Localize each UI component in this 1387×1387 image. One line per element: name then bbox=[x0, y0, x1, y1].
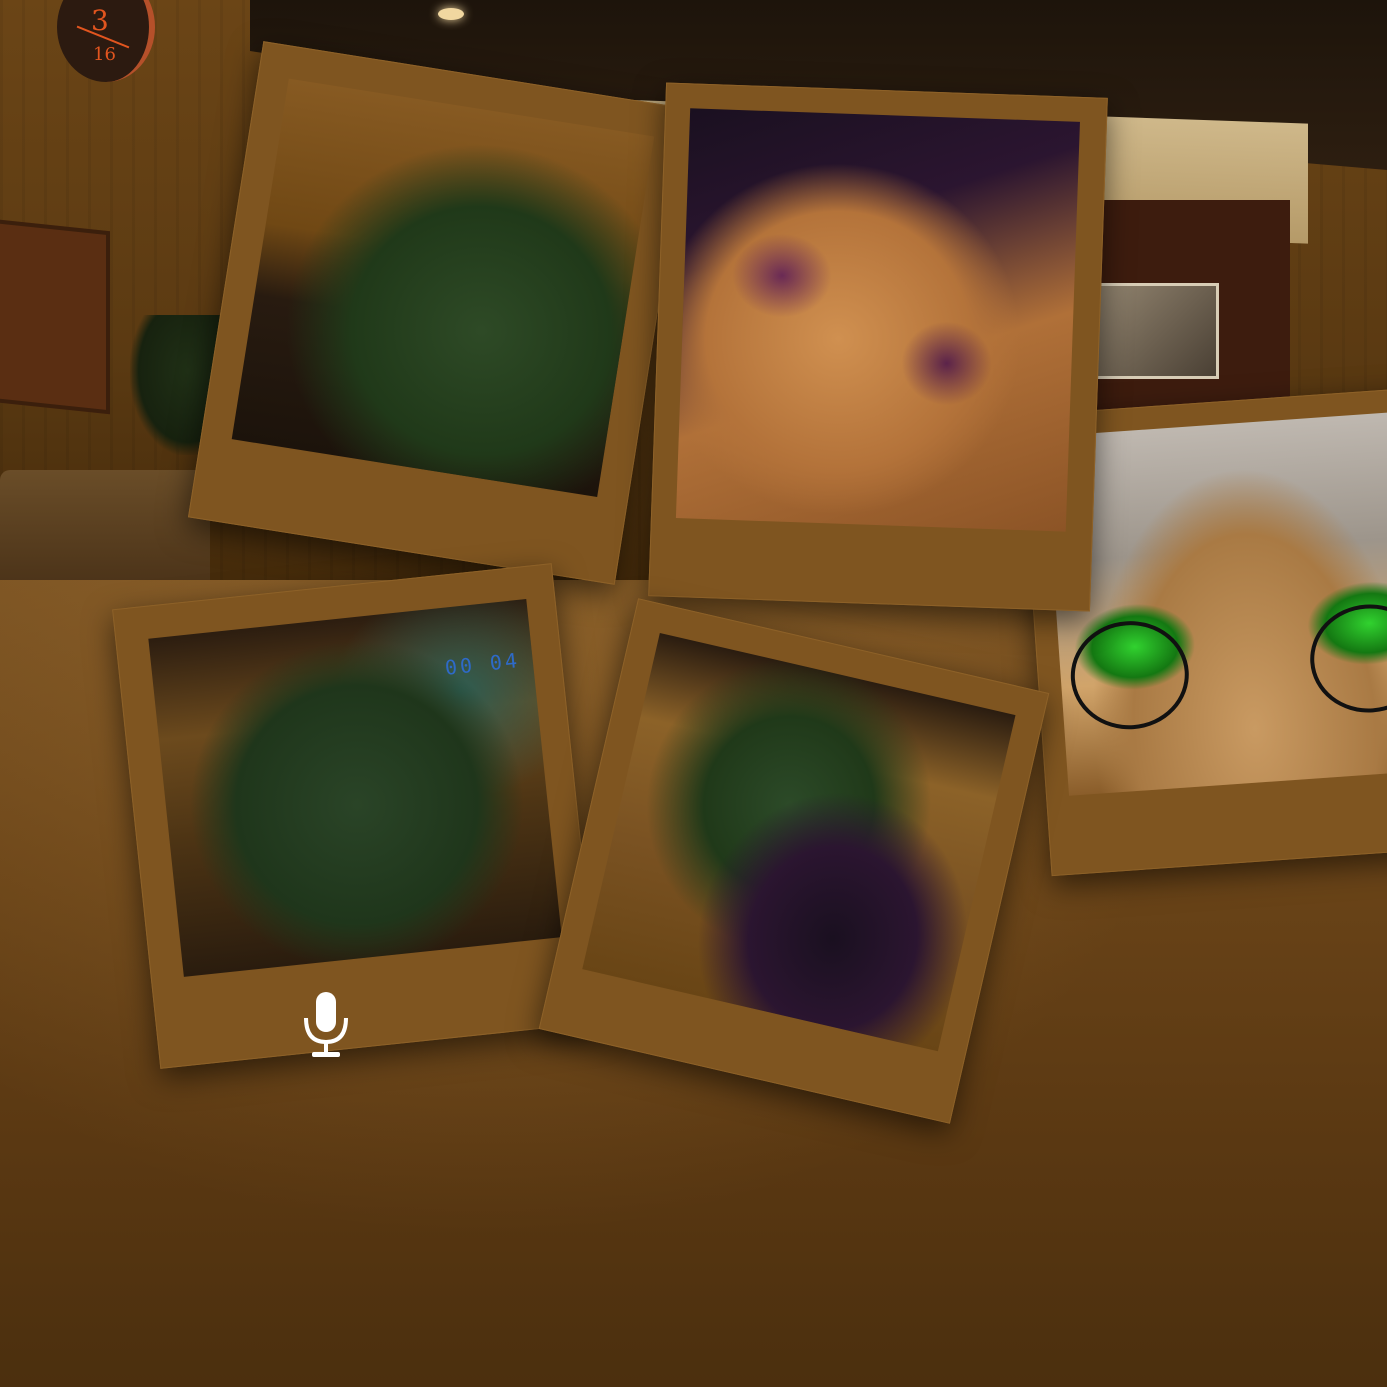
photo-image-1 bbox=[231, 78, 655, 498]
vr-scene: 3 16 00 04 bbox=[0, 0, 1387, 1387]
polaroid-photo-2[interactable] bbox=[648, 82, 1108, 612]
polaroid-photo-1[interactable] bbox=[187, 41, 691, 585]
photo-image-5 bbox=[582, 632, 1016, 1052]
photo-image-3 bbox=[1043, 410, 1387, 796]
ceiling-light bbox=[438, 8, 464, 20]
photo-image-4: 00 04 bbox=[148, 599, 562, 977]
glasses-left-lens bbox=[1067, 617, 1193, 734]
glasses-right-lens bbox=[1306, 600, 1387, 717]
corkboard bbox=[0, 218, 110, 415]
photo-image-2 bbox=[675, 108, 1080, 532]
clock-denominator: 16 bbox=[93, 44, 116, 65]
microphone-icon[interactable] bbox=[300, 990, 352, 1062]
hanging-number-tags: 00 04 bbox=[443, 648, 522, 680]
sofa bbox=[0, 470, 210, 590]
polaroid-photo-4[interactable]: 00 04 bbox=[112, 563, 600, 1069]
